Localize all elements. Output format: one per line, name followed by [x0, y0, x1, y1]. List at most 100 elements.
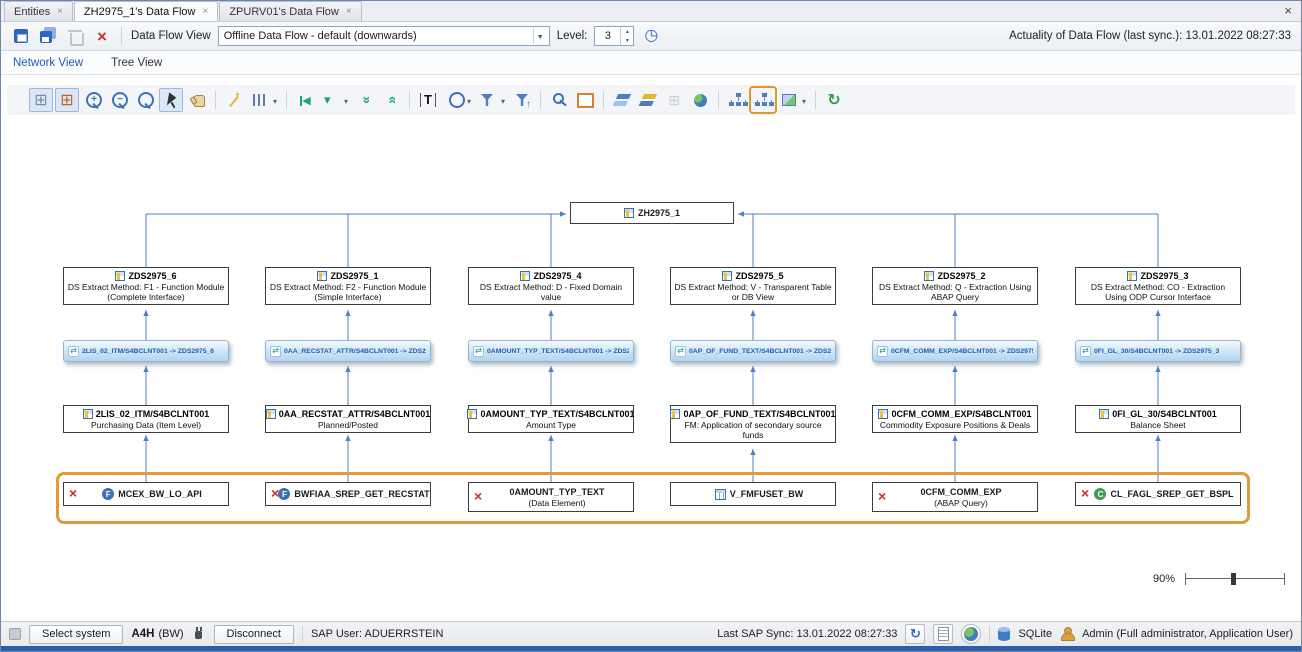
zoom-out-icon[interactable]: [107, 88, 131, 112]
tab-zpurv01-dataflow[interactable]: ZPURV01's Data Flow ×: [219, 1, 361, 21]
datasource-definition-node[interactable]: ZDS2975_4 DS Extract Method: D - Fixed D…: [468, 267, 634, 305]
tab-tree-view[interactable]: Tree View: [109, 53, 164, 73]
spin-up-icon[interactable]: [621, 27, 633, 36]
tab-entities[interactable]: Entities ×: [4, 1, 73, 21]
globe-button[interactable]: [961, 624, 981, 644]
layout-direction-icon[interactable]: [248, 88, 280, 112]
toolbar-separator: [286, 91, 287, 109]
zoom-fit-icon[interactable]: [133, 88, 157, 112]
show-grid-icon[interactable]: [29, 88, 53, 112]
transformation-node[interactable]: 0AA_RECSTAT_ATTR/S4BCLNT001 -> ZDS2975_1: [265, 340, 431, 362]
auto-layout-icon[interactable]: [222, 88, 246, 112]
datasource-definition-node[interactable]: ZDS2975_5 DS Extract Method: V - Transpa…: [670, 267, 836, 305]
transformation-node[interactable]: 0FI_GL_30/S4BCLNT001 -> ZDS2975_3: [1075, 340, 1241, 362]
search-icon[interactable]: [442, 88, 474, 112]
overview-map-icon[interactable]: [777, 88, 809, 112]
dataflow-columns: ZDS2975_6 DS Extract Method: F1 - Functi…: [1, 115, 1301, 621]
datasource-definition-node[interactable]: ZDS2975_3 DS Extract Method: CO - Extrac…: [1075, 267, 1241, 305]
extractor-source-node[interactable]: MCEX_BW_LO_API: [63, 482, 229, 506]
level-value: 3: [595, 27, 620, 45]
status-led-icon: [9, 628, 21, 640]
transformation-label: 0AMOUNT_TYP_TEXT/S4BCLNT001 -> ZDS2975_4: [487, 348, 629, 355]
tab-close-icon[interactable]: ×: [346, 7, 352, 17]
transformation-label: 0AP_OF_FUND_TEXT/S4BCLNT001 -> ZDS2975_5: [689, 348, 831, 355]
go-to-root-icon[interactable]: [293, 88, 317, 112]
expand-all-icon[interactable]: [379, 88, 403, 112]
transformation-label: 2LIS_02_ITM/S4BCLNT001 -> ZDS2975_6: [82, 348, 214, 355]
filter-upload-icon[interactable]: [510, 88, 534, 112]
extractor-source-node[interactable]: 0AMOUNT_TYP_TEXT (Data Element): [468, 482, 634, 512]
hierarchy-layout-icon[interactable]: [725, 88, 749, 112]
database-icon: [998, 628, 1010, 641]
datasource-node[interactable]: 0AP_OF_FUND_TEXT/S4BCLNT001 FM: Applicat…: [670, 405, 836, 443]
transformation-node[interactable]: 2LIS_02_ITM/S4BCLNT001 -> ZDS2975_6: [63, 340, 229, 362]
zoom-slider[interactable]: [1185, 573, 1285, 585]
datasource-node[interactable]: 0AA_RECSTAT_ATTR/S4BCLNT001 Planned/Post…: [265, 405, 431, 433]
status-bar: Select system A4H (BW) Disconnect SAP Us…: [1, 621, 1301, 646]
tab-zh2975-1-dataflow[interactable]: ZH2975_1's Data Flow ×: [74, 1, 218, 21]
datasource-node[interactable]: 0CFM_COMM_EXP/S4BCLNT001 Commodity Expos…: [872, 405, 1038, 433]
graph-toolbar: [7, 85, 1295, 115]
sync-refresh-button[interactable]: [905, 624, 925, 644]
node-title: ZDS2975_4: [533, 270, 581, 282]
filter-icon[interactable]: [476, 88, 508, 112]
node-subtitle: DS Extract Method: F1 - Function Module …: [67, 282, 225, 302]
node-title: MCEX_BW_LO_API: [118, 488, 202, 500]
dropdown-caret-icon[interactable]: [533, 28, 547, 44]
extractor-source-node[interactable]: BWFIAA_SREP_GET_RECSTAT: [265, 482, 431, 506]
layers-back-icon[interactable]: [636, 88, 660, 112]
web-export-icon[interactable]: [688, 88, 712, 112]
tab-close-icon[interactable]: ×: [202, 7, 208, 17]
transformation-node[interactable]: 0AP_OF_FUND_TEXT/S4BCLNT001 -> ZDS2975_5: [670, 340, 836, 362]
dataflow-canvas[interactable]: ZH2975_1 ZDS2975_6 DS Extract Method: F1…: [1, 115, 1301, 621]
select-tool-icon[interactable]: [159, 88, 183, 112]
dataflow-column: ZDS2975_3 DS Extract Method: CO - Extrac…: [1075, 115, 1241, 621]
tab-network-view[interactable]: Network View: [11, 53, 85, 73]
refresh-icon[interactable]: [822, 88, 846, 112]
log-document-button[interactable]: [933, 624, 953, 644]
sap-user-text: SAP User: ADUERRSTEIN: [311, 628, 443, 640]
source-type-icon: [715, 489, 726, 500]
transformation-node[interactable]: 0CFM_COMM_EXP/S4BCLNT001 -> ZDS2975_2: [872, 340, 1038, 362]
layers-front-icon[interactable]: [610, 88, 634, 112]
datasource-node[interactable]: 2LIS_02_ITM/S4BCLNT001 Purchasing Data (…: [63, 405, 229, 433]
error-icon: [474, 490, 482, 504]
select-system-button[interactable]: Select system: [29, 625, 123, 644]
save-icon[interactable]: [11, 26, 31, 46]
disconnect-button[interactable]: Disconnect: [214, 625, 294, 644]
data-flow-view-select[interactable]: Offline Data Flow - default (downwards): [218, 26, 550, 46]
level-spinner[interactable]: 3: [594, 26, 634, 46]
datasource-node[interactable]: 0AMOUNT_TYP_TEXT/S4BCLNT001 Amount Type: [468, 405, 634, 433]
zoom-in-icon[interactable]: [81, 88, 105, 112]
snap-to-grid-icon[interactable]: [55, 88, 79, 112]
datasource-definition-node[interactable]: ZDS2975_6 DS Extract Method: F1 - Functi…: [63, 267, 229, 305]
permissions-icon[interactable]: [547, 88, 571, 112]
remove-dataflow-icon[interactable]: [92, 26, 112, 46]
extractor-source-node[interactable]: 0CFM_COMM_EXP (ABAP Query): [872, 482, 1038, 512]
frame-tool-icon[interactable]: [573, 88, 597, 112]
pan-tool-icon[interactable]: [185, 88, 209, 112]
transformation-icon: [877, 346, 888, 357]
transformation-node[interactable]: 0AMOUNT_TYP_TEXT/S4BCLNT001 -> ZDS2975_4: [468, 340, 634, 362]
network-layout-icon[interactable]: [751, 88, 775, 112]
trash-icon: [65, 26, 85, 46]
spin-down-icon[interactable]: [621, 36, 633, 45]
extractor-source-node[interactable]: CL_FAGL_SREP_GET_BSPL: [1075, 482, 1241, 506]
text-tool-icon[interactable]: [416, 88, 440, 112]
datasource-definition-node[interactable]: ZDS2975_1 DS Extract Method: F2 - Functi…: [265, 267, 431, 305]
extractor-source-node[interactable]: V_FMFUSET_BW: [670, 482, 836, 506]
datasource-definition-node[interactable]: ZDS2975_2 DS Extract Method: Q - Extract…: [872, 267, 1038, 305]
datasource-node[interactable]: 0FI_GL_30/S4BCLNT001 Balance Sheet: [1075, 405, 1241, 433]
toolbar-separator: [121, 27, 122, 45]
node-title: ZDS2975_2: [937, 270, 985, 282]
sync-clock-icon[interactable]: [641, 26, 661, 46]
zoom-slider-handle[interactable]: [1231, 573, 1236, 585]
toolbar-separator: [215, 91, 216, 109]
collapse-all-icon[interactable]: [353, 88, 377, 112]
close-pane-icon[interactable]: ×: [1284, 4, 1292, 17]
network-view-panel: ZH2975_1 ZDS2975_6 DS Extract Method: F1…: [1, 75, 1301, 621]
system-kind: (BW): [158, 628, 183, 640]
save-all-icon[interactable]: [38, 26, 58, 46]
tab-close-icon[interactable]: ×: [57, 7, 63, 17]
go-to-icon[interactable]: [319, 88, 351, 112]
